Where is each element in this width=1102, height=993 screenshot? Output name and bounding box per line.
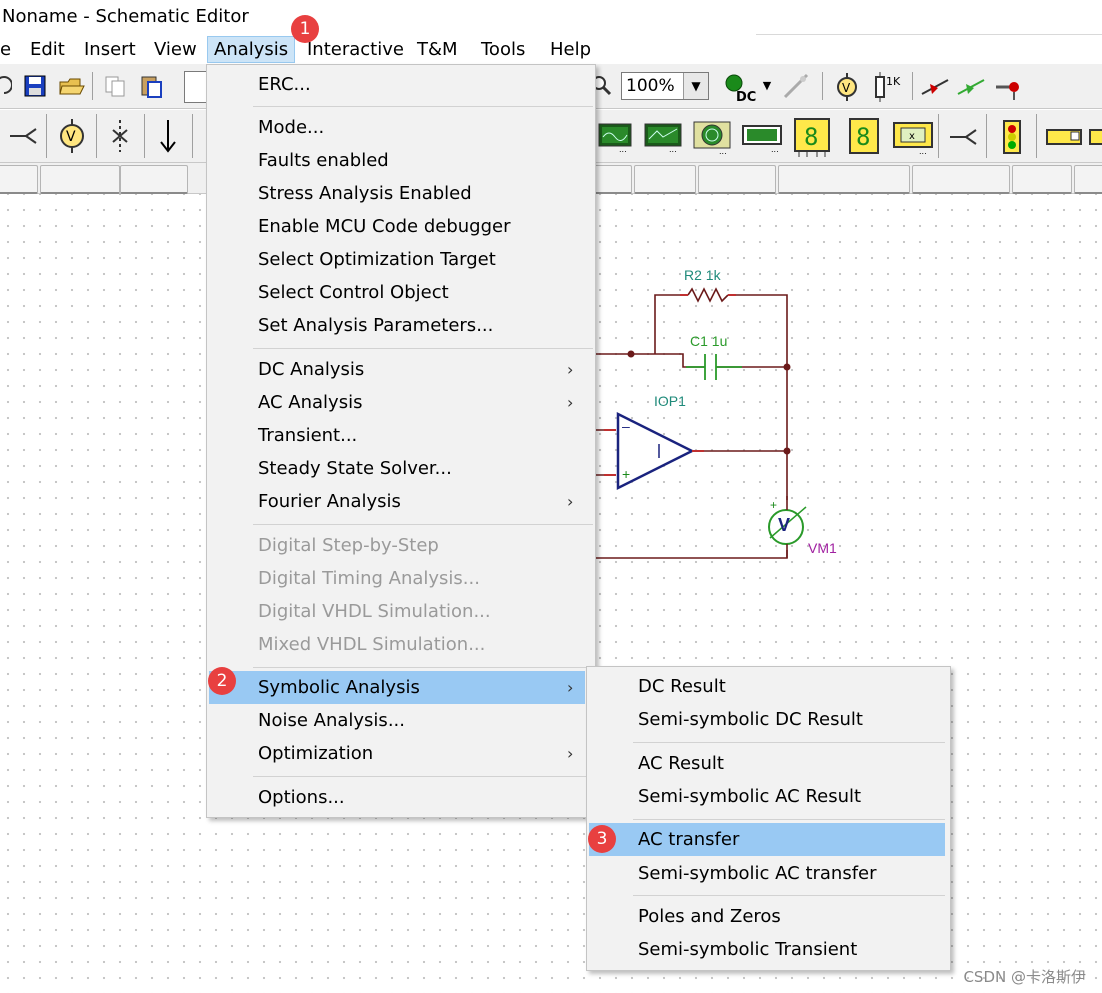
capacitor-c1[interactable] xyxy=(686,354,742,380)
menu-item-stress-analysis[interactable]: Stress Analysis Enabled xyxy=(207,177,595,210)
chevron-right-icon: › xyxy=(567,744,574,763)
menu-item-label: Faults enabled xyxy=(258,150,389,171)
menu-item-label: Stress Analysis Enabled xyxy=(258,183,472,204)
menu-item-label: Steady State Solver... xyxy=(258,458,452,479)
menu-item-label: Fourier Analysis xyxy=(258,491,401,512)
menu-item-digital-step: Digital Step-by-Step xyxy=(207,529,595,562)
menu-item-noise-analysis[interactable]: Noise Analysis... xyxy=(207,704,595,737)
menu-item-label: Digital Step-by-Step xyxy=(258,535,439,556)
menu-item-label: Semi-symbolic DC Result xyxy=(638,709,863,730)
chevron-right-icon: › xyxy=(567,393,574,412)
c1-label: C1 1u xyxy=(690,333,728,349)
menu-item-mode[interactable]: Mode... xyxy=(207,111,595,144)
menu-item-analysis-parameters[interactable]: Set Analysis Parameters... xyxy=(207,309,595,342)
menu-item-label: AC transfer xyxy=(638,829,740,850)
step-badge-3: 3 xyxy=(588,825,616,853)
chevron-right-icon: › xyxy=(567,360,574,379)
menu-item-label: AC Result xyxy=(638,753,724,774)
menu-item-label: Mixed VHDL Simulation... xyxy=(258,634,486,655)
menu-item-label: Semi-symbolic AC Result xyxy=(638,786,862,807)
submenu-item-semi-ac-transfer[interactable]: Semi-symbolic AC transfer xyxy=(587,857,950,890)
voltmeter-label: VM1 xyxy=(808,540,837,556)
symbolic-analysis-submenu: DC Result Semi-symbolic DC Result AC Res… xyxy=(586,666,951,971)
menu-item-optimization-target[interactable]: Select Optimization Target xyxy=(207,243,595,276)
menu-item-ac-analysis[interactable]: AC Analysis › xyxy=(207,386,595,419)
menu-item-mixed-vhdl: Mixed VHDL Simulation... xyxy=(207,628,595,661)
menu-item-digital-vhdl: Digital VHDL Simulation... xyxy=(207,595,595,628)
submenu-item-dc-result[interactable]: DC Result xyxy=(587,670,950,703)
menu-separator xyxy=(633,742,945,743)
resistor-r2[interactable] xyxy=(687,287,729,303)
submenu-item-semi-transient[interactable]: Semi-symbolic Transient xyxy=(587,933,950,966)
opamp-iop1[interactable] xyxy=(604,411,704,491)
voltmeter-glyph: V xyxy=(778,515,791,535)
menu-separator xyxy=(633,819,945,820)
opamp-label: IOP1 xyxy=(654,393,686,409)
menu-item-label: Select Optimization Target xyxy=(258,249,496,270)
opamp-minus: – xyxy=(622,418,630,434)
menu-separator xyxy=(633,895,945,896)
menu-item-label: Transient... xyxy=(258,425,358,446)
menu-item-label: Select Control Object xyxy=(258,282,449,303)
menu-item-label: ERC... xyxy=(258,74,311,95)
menu-separator xyxy=(253,524,593,525)
menu-item-label: Enable MCU Code debugger xyxy=(258,216,511,237)
menu-separator xyxy=(253,106,593,107)
chevron-right-icon: › xyxy=(567,492,574,511)
menu-item-faults-enabled[interactable]: Faults enabled xyxy=(207,144,595,177)
menu-item-optimization[interactable]: Optimization › xyxy=(207,737,595,770)
menu-item-label: AC Analysis xyxy=(258,392,363,413)
menu-separator xyxy=(253,776,593,777)
menu-item-label: Symbolic Analysis xyxy=(258,677,420,698)
menu-item-label: DC Result xyxy=(638,676,726,697)
menu-item-label: DC Analysis xyxy=(258,359,365,380)
menu-separator xyxy=(253,348,593,349)
submenu-item-ac-result[interactable]: AC Result xyxy=(587,747,950,780)
menu-item-label: Mode... xyxy=(258,117,325,138)
menu-item-erc[interactable]: ERC... xyxy=(207,68,595,101)
menu-item-mcu-debugger[interactable]: Enable MCU Code debugger xyxy=(207,210,595,243)
watermark: CSDN @卡洛斯伊 xyxy=(963,968,1086,986)
menu-item-label: Digital Timing Analysis... xyxy=(258,568,480,589)
chevron-right-icon: › xyxy=(567,678,574,697)
menu-item-dc-analysis[interactable]: DC Analysis › xyxy=(207,353,595,386)
menu-item-label: Set Analysis Parameters... xyxy=(258,315,494,336)
step-badge-2: 2 xyxy=(208,667,236,695)
menu-item-digital-timing: Digital Timing Analysis... xyxy=(207,562,595,595)
menu-separator xyxy=(253,667,593,668)
menu-item-options[interactable]: Options... xyxy=(207,781,595,814)
submenu-item-semi-ac-result[interactable]: Semi-symbolic AC Result xyxy=(587,780,950,813)
menu-item-label: Semi-symbolic Transient xyxy=(638,939,858,960)
submenu-item-ac-transfer[interactable]: AC transfer xyxy=(589,823,945,856)
r2-label: R2 1k xyxy=(684,267,721,283)
submenu-item-poles-zeros[interactable]: Poles and Zeros xyxy=(587,900,950,933)
menu-item-label: Semi-symbolic AC transfer xyxy=(638,863,877,884)
menu-item-fourier[interactable]: Fourier Analysis › xyxy=(207,485,595,518)
menu-item-label: Poles and Zeros xyxy=(638,906,781,927)
menu-item-control-object[interactable]: Select Control Object xyxy=(207,276,595,309)
step-badge-1: 1 xyxy=(291,15,319,43)
analysis-menu: ERC... Mode... Faults enabled Stress Ana… xyxy=(206,64,596,818)
voltmeter-plus: + xyxy=(770,498,778,512)
menu-item-steady-state[interactable]: Steady State Solver... xyxy=(207,452,595,485)
submenu-item-semi-dc-result[interactable]: Semi-symbolic DC Result xyxy=(587,703,950,736)
menu-item-label: Noise Analysis... xyxy=(258,710,405,731)
menu-item-symbolic-analysis[interactable]: Symbolic Analysis › xyxy=(209,671,585,704)
opamp-plus: + xyxy=(622,466,631,482)
menu-item-transient[interactable]: Transient... xyxy=(207,419,595,452)
menu-item-label: Digital VHDL Simulation... xyxy=(258,601,491,622)
menu-item-label: Options... xyxy=(258,787,345,808)
menu-item-label: Optimization xyxy=(258,743,374,764)
